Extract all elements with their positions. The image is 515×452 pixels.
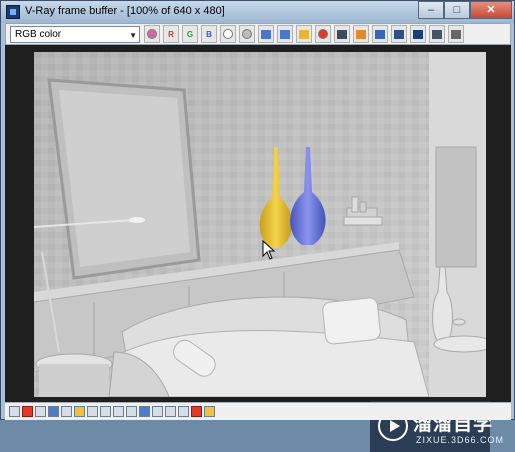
copy-button[interactable]: [277, 25, 293, 43]
window-title: V-Ray frame buffer - [100% of 640 x 480]: [25, 5, 225, 17]
sofa-cushion: [322, 297, 381, 345]
statusbar-tool-icon[interactable]: [9, 406, 20, 417]
statusbar-tool-icon[interactable]: [100, 406, 111, 417]
track-mouse-icon: [356, 29, 366, 39]
glass: [452, 318, 466, 326]
side-table-left-base: [39, 364, 109, 397]
minimize-button[interactable]: –: [418, 1, 444, 19]
statusbar-tool-icon[interactable]: [22, 406, 33, 417]
white-circle-button[interactable]: [220, 25, 236, 43]
pixel-info-button[interactable]: [429, 25, 445, 43]
statusbar-tool-icon[interactable]: [61, 406, 72, 417]
copy-icon: [280, 29, 290, 39]
color-wheel-icon: [147, 29, 157, 39]
gray-circle-icon: [242, 29, 252, 39]
frame-canvas: [59, 90, 190, 267]
folder-button[interactable]: [296, 25, 312, 43]
statusbar-tool-icon[interactable]: [204, 406, 215, 417]
sofa-seat: [123, 330, 430, 397]
display-icon: [413, 29, 423, 39]
vray-app-icon: [6, 5, 20, 19]
rendered-image[interactable]: [34, 52, 486, 397]
settings-button[interactable]: [448, 25, 464, 43]
lamp-head: [129, 217, 145, 223]
region-render-icon: [337, 29, 347, 39]
toolbar-buttons: RGB: [144, 25, 464, 43]
history-icon: [375, 29, 385, 39]
statusbar-tool-icon[interactable]: [48, 406, 59, 417]
maximize-button[interactable]: □: [444, 1, 470, 19]
statusbar-tool-icon[interactable]: [87, 406, 98, 417]
stop-button[interactable]: [315, 25, 331, 43]
statusbar-tool-icon[interactable]: [139, 406, 150, 417]
history-button[interactable]: [372, 25, 388, 43]
lens-effects-icon: [394, 29, 404, 39]
book-stack: [343, 216, 383, 226]
color-wheel-button[interactable]: [144, 25, 160, 43]
render-viewport[interactable]: 溜溜自学 ZIXUE.3D66.COM: [5, 45, 511, 452]
vray-frame-buffer-window: V-Ray frame buffer - [100% of 640 x 480]…: [0, 0, 515, 452]
blue-channel-icon: B: [206, 29, 212, 39]
statusbar-tool-icon[interactable]: [74, 406, 85, 417]
side-table-right: [433, 335, 486, 353]
title-bar[interactable]: V-Ray frame buffer - [100% of 640 x 480]…: [1, 1, 514, 23]
red-channel-icon: R: [168, 29, 174, 39]
toolbar: RGB color ▼ R G B: [5, 23, 511, 45]
status-bar: [5, 402, 511, 420]
pixel-info-icon: [432, 29, 442, 39]
display-button[interactable]: [410, 25, 426, 43]
close-button[interactable]: ✕: [470, 1, 512, 19]
chevron-down-icon: ▼: [129, 31, 137, 40]
settings-icon: [451, 29, 461, 39]
save-button[interactable]: [258, 25, 274, 43]
green-channel-button[interactable]: G: [182, 25, 198, 43]
blue-channel-button[interactable]: B: [201, 25, 217, 43]
statusbar-tool-icon[interactable]: [126, 406, 137, 417]
stop-icon: [318, 29, 328, 39]
channel-select-value: RGB color: [15, 29, 62, 40]
statusbar-tool-icon[interactable]: [113, 406, 124, 417]
white-circle-icon: [223, 29, 233, 39]
channel-select[interactable]: RGB color ▼: [10, 26, 140, 43]
save-icon: [261, 29, 271, 39]
wall-frame-right: [435, 146, 477, 268]
book: [351, 196, 359, 213]
statusbar-tool-icon[interactable]: [165, 406, 176, 417]
folder-icon: [299, 29, 309, 39]
track-mouse-button[interactable]: [353, 25, 369, 43]
region-render-button[interactable]: [334, 25, 350, 43]
book: [359, 201, 367, 213]
statusbar-tool-icon[interactable]: [35, 406, 46, 417]
gray-circle-button[interactable]: [239, 25, 255, 43]
statusbar-tool-icon[interactable]: [191, 406, 202, 417]
red-channel-button[interactable]: R: [163, 25, 179, 43]
green-channel-icon: G: [186, 29, 194, 39]
statusbar-tool-icon[interactable]: [152, 406, 163, 417]
lens-effects-button[interactable]: [391, 25, 407, 43]
watermark-subtitle: ZIXUE.3D66.COM: [416, 435, 505, 445]
statusbar-tool-icon[interactable]: [178, 406, 189, 417]
